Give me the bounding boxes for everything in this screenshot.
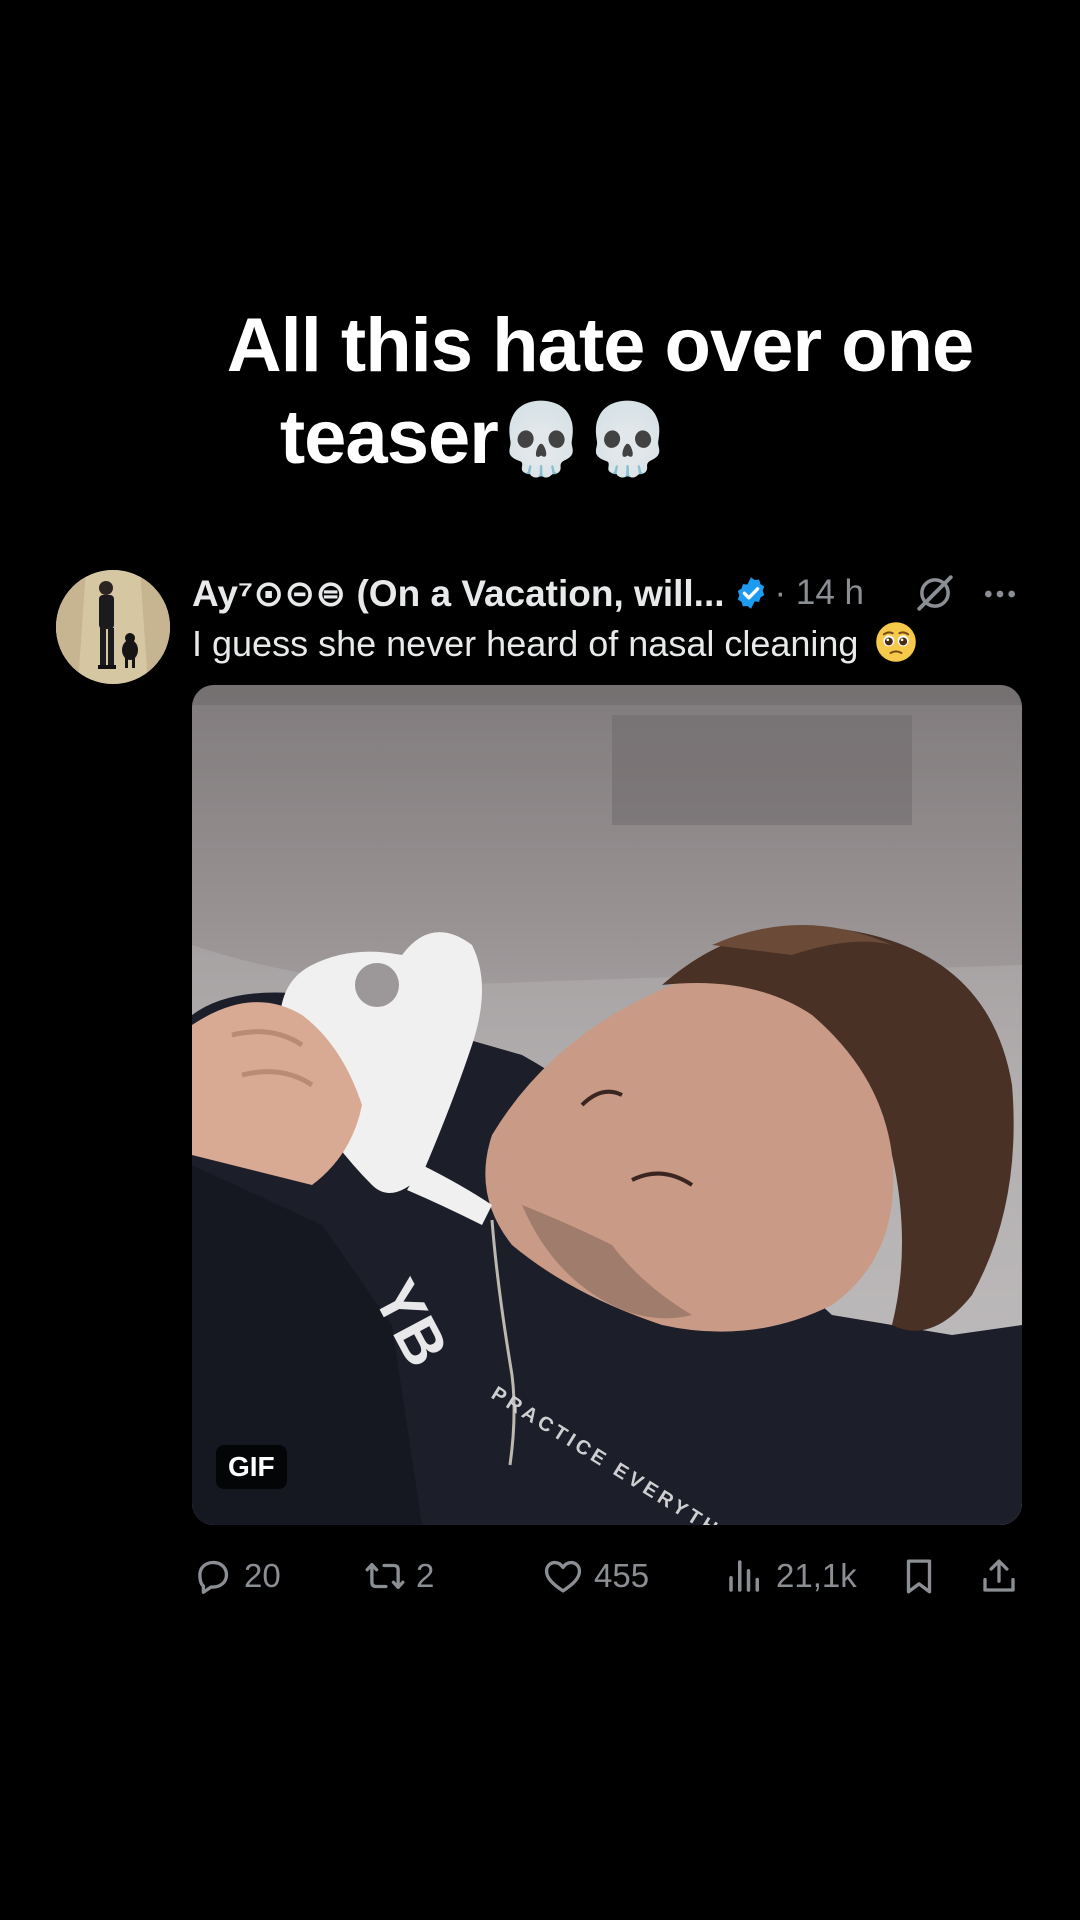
like-count: 455 [594,1557,650,1594]
grok-icon[interactable] [914,572,956,614]
display-name[interactable]: Ay⁷⊙⊝⊜ (On a Vacation, will... [192,572,725,615]
tweet-action-bar: 20 2 455 21,1k [192,1546,1022,1606]
tweet-gif-media[interactable]: YB PRACTICE EVERYTH GIF [192,685,1022,1525]
bookmark-button[interactable] [898,1546,940,1606]
verified-badge-icon [737,577,764,609]
skull-emoji: 💀💀 [497,398,671,480]
more-options-icon[interactable] [980,574,1020,614]
repost-button[interactable]: 2 [364,1546,434,1606]
video-caption: All this hate over one teaser💀💀 [0,300,1080,485]
avatar-photo [56,570,170,684]
views-button[interactable]: 21,1k [724,1546,857,1606]
reply-count: 20 [244,1557,281,1594]
caption-line-2-text: teaser [279,395,499,480]
tweet-text-content: I guess she never heard of nasal cleanin… [192,623,859,664]
views-chart-icon [729,1560,759,1592]
tweet-text: I guess she never heard of nasal cleanin… [192,620,918,665]
repost-count: 2 [416,1557,435,1594]
bookmark-icon [906,1559,932,1594]
caption-line-2: teaser💀💀 [0,392,1080,485]
view-count: 21,1k [776,1557,857,1594]
user-avatar[interactable] [56,570,170,684]
gif-badge: GIF [216,1445,287,1489]
share-button[interactable] [978,1546,1020,1606]
tweet-timestamp[interactable]: · 14 h [775,573,865,613]
gif-frame-image: YB PRACTICE EVERYTH [192,685,1022,1525]
repost-icon [365,1562,405,1590]
like-button[interactable]: 455 [542,1546,649,1606]
share-icon [983,1559,1015,1592]
heart-icon [544,1560,582,1593]
tweet-header: Ay⁷⊙⊝⊜ (On a Vacation, will... · 14 h [192,568,1022,618]
caption-line-1: All this hate over one [226,303,975,388]
pleading-face-emoji [876,622,917,662]
reply-icon [198,1560,229,1594]
reply-button[interactable]: 20 [192,1546,281,1606]
